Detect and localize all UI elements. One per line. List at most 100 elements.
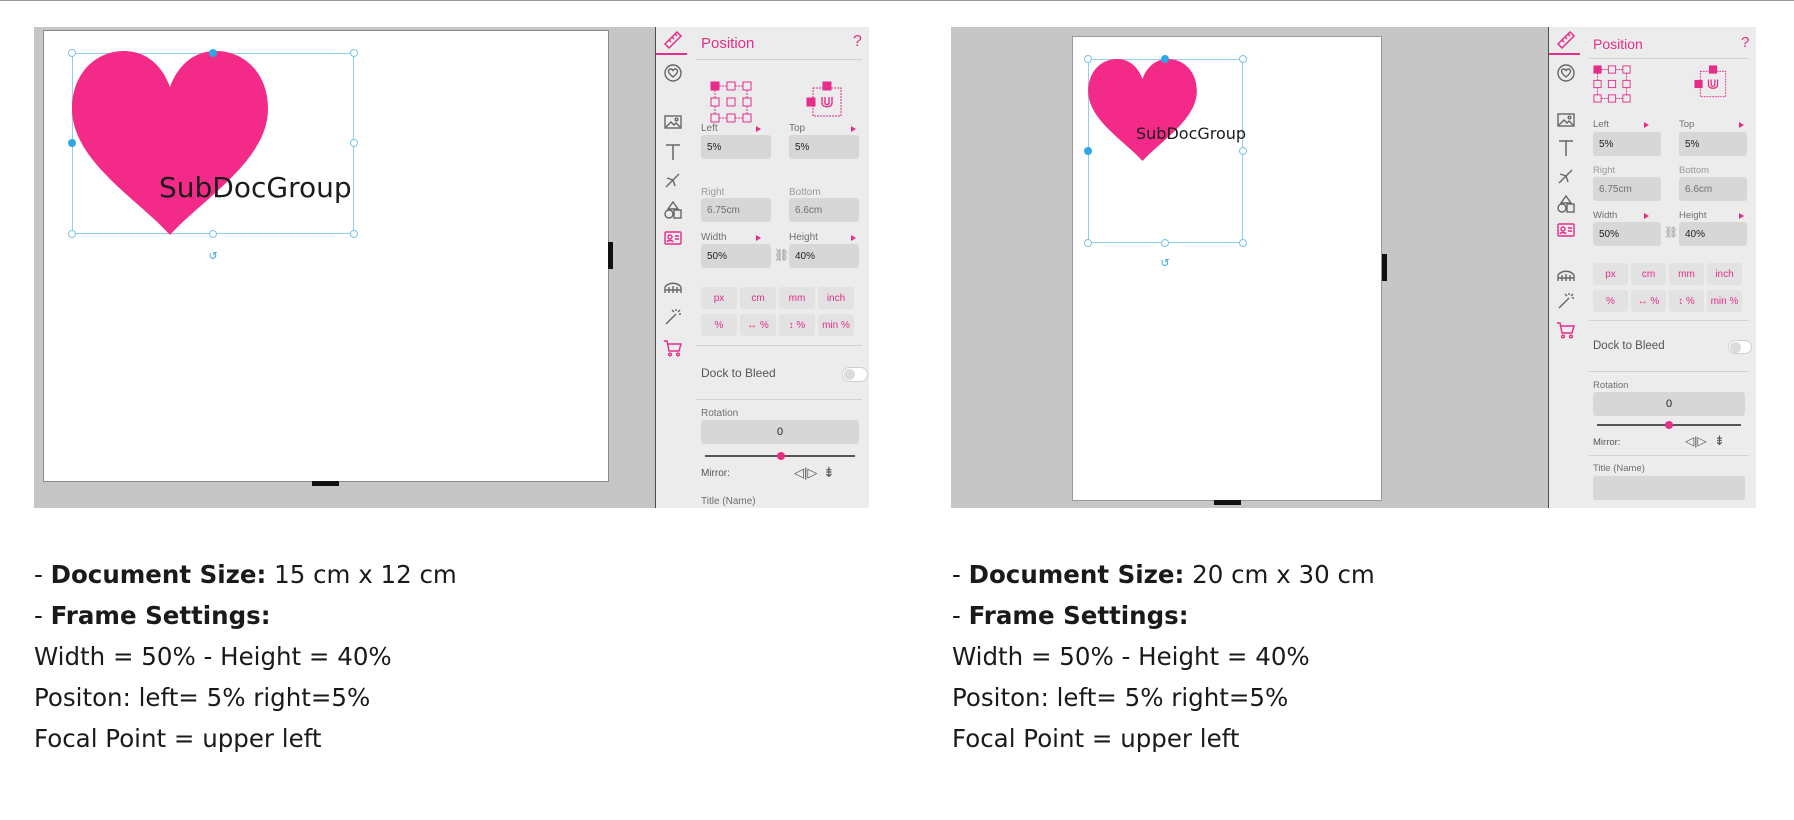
unit-cm-button[interactable]: cm [1631,263,1666,285]
left-input[interactable]: 5% [701,135,771,159]
left-arrow-icon[interactable] [756,126,761,132]
frame-handle[interactable] [350,139,358,147]
heart-shape[interactable] [1087,59,1198,161]
shapes-icon[interactable] [1555,193,1577,215]
mirror-vertical-icon[interactable]: ⇟ [1714,433,1725,449]
canvas-text[interactable]: SubDocGroup [159,171,352,204]
top-input[interactable]: 5% [789,135,859,159]
bridge-icon[interactable] [1555,265,1577,287]
frame-handle[interactable] [209,230,217,238]
width-arrow-icon[interactable] [756,235,761,241]
unit-height-percent-button[interactable]: ↕ % [1669,290,1704,312]
shapes-icon[interactable] [662,199,684,221]
anchor-magnet-grid[interactable] [1694,65,1732,103]
pen-tool-icon[interactable] [662,169,684,191]
unit-min-percent-button[interactable]: min % [818,314,854,336]
left-input[interactable]: 5% [1593,132,1661,156]
text-icon[interactable] [662,141,684,163]
contact-card-icon[interactable] [1555,219,1577,241]
bottom-input[interactable]: 6.6cm [789,198,859,222]
rotation-input[interactable]: 0 [1593,392,1745,416]
image-icon[interactable] [1555,109,1577,131]
right-input[interactable]: 6.75cm [1593,177,1661,201]
anchor-magnet-grid[interactable] [806,81,848,123]
dock-to-bleed-toggle[interactable] [1728,340,1752,354]
dock-to-bleed-toggle[interactable] [842,367,868,382]
focal-point-grid[interactable] [1593,65,1631,103]
width-arrow-icon[interactable] [1644,213,1649,219]
text-icon[interactable] [1555,137,1577,159]
top-arrow-icon[interactable] [1739,122,1744,128]
heart-shape[interactable] [72,51,268,235]
tool-strip [655,27,688,508]
rotation-slider-knob[interactable] [777,452,785,460]
frame-handle[interactable] [1084,55,1092,63]
frame-handle-top[interactable] [1161,55,1169,63]
frame-handle[interactable] [1161,239,1169,247]
unit-min-percent-button[interactable]: min % [1707,290,1742,312]
magic-wand-icon[interactable] [662,306,684,328]
height-arrow-icon[interactable] [851,235,856,241]
unit-px-button[interactable]: px [1593,263,1628,285]
unit-inch-button[interactable]: inch [1707,263,1742,285]
ruler-icon[interactable] [662,29,684,51]
height-arrow-icon[interactable] [1739,213,1744,219]
unit-height-percent-button[interactable]: ↕ % [779,314,815,336]
mirror-vertical-icon[interactable]: ⇟ [823,464,835,481]
magic-wand-icon[interactable] [1555,290,1577,312]
unit-percent-button[interactable]: % [1593,290,1628,312]
cart-icon[interactable] [662,337,684,359]
unit-inch-button[interactable]: inch [818,287,854,309]
mirror-horizontal-icon[interactable]: ◁|▷ [1685,434,1707,448]
image-icon[interactable] [662,111,684,133]
frame-handle-left[interactable] [1084,147,1092,155]
frame-handle[interactable] [350,230,358,238]
height-input[interactable]: 40% [1679,222,1747,246]
bottom-input[interactable]: 6.6cm [1679,177,1747,201]
frame-handle[interactable] [1239,239,1247,247]
rotate-icon[interactable]: ↺ [208,250,217,263]
mirror-horizontal-icon[interactable]: ◁|▷ [794,465,817,481]
link-icon[interactable]: ⛓ [1664,226,1678,239]
top-arrow-icon[interactable] [851,126,856,132]
unit-cm-button[interactable]: cm [740,287,776,309]
unit-mm-button[interactable]: mm [1669,263,1704,285]
heart-badge-icon[interactable] [662,62,684,84]
left-arrow-icon[interactable] [1644,122,1649,128]
width-input[interactable]: 50% [701,244,771,268]
cart-icon[interactable] [1555,319,1577,341]
frame-handle[interactable] [68,49,76,57]
pen-tool-icon[interactable] [1555,165,1577,187]
frame-handle[interactable] [350,49,358,57]
frame-handle-left[interactable] [68,139,76,147]
contact-card-icon[interactable] [662,227,684,249]
title-name-input[interactable] [1593,476,1745,500]
top-input[interactable]: 5% [1679,132,1747,156]
help-icon[interactable]: ? [853,33,862,51]
height-input[interactable]: 40% [789,244,859,268]
unit-mm-button[interactable]: mm [779,287,815,309]
link-icon[interactable]: ⛓ [774,248,789,262]
help-icon[interactable]: ? [1741,34,1749,51]
rotation-input[interactable]: 0 [701,420,859,444]
heart-badge-icon[interactable] [1555,62,1577,84]
width-label: Width [701,232,727,243]
width-input[interactable]: 50% [1593,222,1661,246]
unit-width-percent-button[interactable]: ↔ % [740,314,776,336]
rotate-icon[interactable]: ↺ [1160,257,1169,270]
ruler-icon[interactable] [1555,29,1577,51]
rotation-slider-knob[interactable] [1665,421,1673,429]
focal-point-grid[interactable] [710,81,752,123]
frame-handle[interactable] [1239,55,1247,63]
unit-percent-button[interactable]: % [701,314,737,336]
bridge-icon[interactable] [662,277,684,299]
left-label: Left [1593,119,1609,130]
unit-px-button[interactable]: px [701,287,737,309]
frame-handle[interactable] [1084,239,1092,247]
canvas-text[interactable]: SubDocGroup [1136,124,1246,143]
frame-handle-top[interactable] [209,49,217,57]
right-input[interactable]: 6.75cm [701,198,771,222]
frame-handle[interactable] [1239,147,1247,155]
frame-handle[interactable] [68,230,76,238]
unit-width-percent-button[interactable]: ↔ % [1631,290,1666,312]
